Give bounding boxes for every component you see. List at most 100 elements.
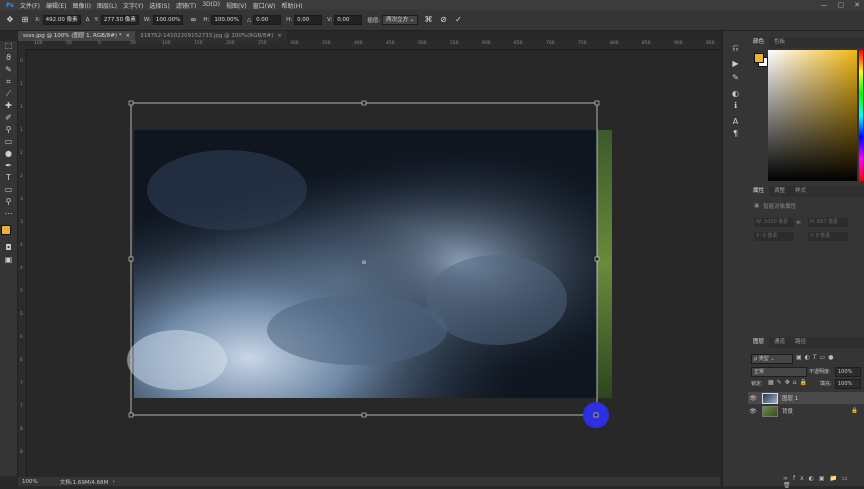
color-panel-foreground[interactable] [754, 53, 764, 63]
w-field[interactable]: 100.00% [152, 15, 184, 25]
transform-handle-bottom-left[interactable] [128, 412, 134, 418]
more-tools-icon[interactable]: ⋯ [3, 209, 14, 219]
layer-filter-icons[interactable]: ▣◐T▭● [796, 354, 836, 361]
layer-row-background[interactable]: 👁 背景 🔒 [748, 405, 864, 417]
props-link-icon[interactable]: ∞ [796, 219, 801, 226]
menu-item[interactable]: 选择(S) [149, 1, 170, 10]
menu-item[interactable]: 文件(F) [20, 1, 40, 10]
adjustments-icon[interactable]: ◐ [730, 89, 741, 99]
crop-tool-icon[interactable]: ⌗ [3, 77, 14, 87]
menu-item[interactable]: 3D(D) [202, 1, 220, 10]
paragraph-icon[interactable]: ¶ [730, 129, 741, 139]
lock-icons[interactable]: ▦✎✥⌂🔒 [768, 379, 810, 386]
tab-properties[interactable]: 属性 [748, 186, 770, 197]
menu-item[interactable]: 视图(V) [226, 1, 247, 10]
hue-slider[interactable] [859, 50, 863, 181]
hskew-field[interactable]: 0.00 [294, 15, 323, 25]
transform-handle-top[interactable] [361, 100, 367, 106]
transform-handle-bottom-right[interactable] [593, 412, 599, 418]
cancel-transform-icon[interactable]: ⊘ [438, 15, 448, 25]
vskew-label: V: [327, 17, 333, 23]
tab-318752[interactable]: 318752-14102209152733.jpg @ 100%(RGB/8#)… [135, 31, 287, 41]
canvas-area[interactable]: ⊕ [27, 50, 720, 477]
shape-tool-icon[interactable]: ▭ [3, 185, 14, 195]
document-canvas[interactable]: ⊕ [27, 50, 720, 477]
pen-tool-icon[interactable]: ✒ [3, 161, 14, 171]
transform-handle-bottom[interactable] [361, 412, 367, 418]
h-control: H: 100.00% [203, 15, 242, 25]
tab-layers[interactable]: 图层 [748, 337, 770, 348]
menu-item[interactable]: 帮助(H) [281, 1, 302, 10]
zoom-tool-icon[interactable]: ⚲ [3, 197, 14, 207]
blend-mode-select[interactable]: 正常 [751, 367, 807, 377]
marquee-tool-icon[interactable]: ⬚ [3, 41, 14, 51]
foreground-color-swatch[interactable] [1, 225, 11, 235]
zoom-level[interactable]: 100% [22, 479, 38, 485]
visibility-eye-icon[interactable]: 👁 [748, 395, 758, 402]
menu-item[interactable]: 文字(Y) [123, 1, 143, 10]
props-x-field[interactable]: X: 0 像素 [754, 232, 794, 241]
character-icon[interactable]: A [730, 117, 741, 127]
transform-center-icon[interactable]: ⊕ [361, 259, 366, 266]
ruler-tick-label: 700 [546, 41, 555, 46]
tab-paths[interactable]: 路径 [790, 337, 811, 348]
interp-select[interactable]: 两次立方 ⌄ [382, 15, 419, 25]
vskew-field[interactable]: 0.00 [334, 15, 363, 25]
history-icon[interactable]: ⎌ [730, 43, 741, 53]
tab-ssss[interactable]: ssss.jpg @ 100% (图层 1, RGB/8#) * × [18, 31, 136, 41]
props-y-field[interactable]: Y: 0 像素 [808, 232, 848, 241]
menu-item[interactable]: 图像(I) [73, 1, 91, 10]
warp-icon[interactable]: ⌘ [423, 15, 433, 25]
transform-handle-right[interactable] [594, 256, 600, 262]
brush-settings-icon[interactable]: ✎ [730, 73, 741, 83]
move-tool-icon[interactable]: ✥ [5, 15, 15, 25]
layers-bottom-icons[interactable]: ∞fx◐▣📁▭🗑 [783, 475, 864, 489]
tab-close-icon[interactable]: × [277, 33, 282, 39]
close-icon[interactable]: ✕ [854, 1, 860, 9]
x-field[interactable]: 492.00 像素 [42, 15, 81, 25]
menu-item[interactable]: 滤镜(T) [176, 1, 196, 10]
clone-stamp-icon[interactable]: ⚲ [3, 125, 14, 135]
eyedropper-icon[interactable]: ⟋ [3, 89, 14, 99]
y-field[interactable]: 277.50 像素 [100, 15, 139, 25]
transform-handle-left[interactable] [128, 256, 134, 262]
transform-handle-top-right[interactable] [594, 100, 600, 106]
tab-channels[interactable]: 通道 [769, 337, 790, 348]
brush-tool-icon[interactable]: ✐ [3, 113, 14, 123]
angle-field[interactable]: 0.00 [253, 15, 282, 25]
fill-field[interactable]: 100% [835, 379, 861, 389]
maximize-icon[interactable]: ▢ [838, 1, 845, 9]
quick-select-icon[interactable]: ✎ [3, 65, 14, 75]
eraser-icon[interactable]: ▭ [3, 137, 14, 147]
opacity-field[interactable]: 100% [835, 367, 861, 377]
tab-close-icon[interactable]: × [126, 33, 131, 39]
menu-item[interactable]: 编辑(E) [46, 1, 66, 10]
actions-icon[interactable]: ▶ [730, 59, 741, 69]
props-w-field[interactable]: W: 1000 像素 [754, 218, 794, 227]
tab-styles[interactable]: 样式 [790, 186, 811, 197]
lasso-tool-icon[interactable]: ϑ [3, 53, 14, 63]
transform-handle-top-left[interactable] [128, 100, 134, 106]
tab-adjustments[interactable]: 调整 [769, 186, 790, 197]
healing-brush-icon[interactable]: ✚ [3, 101, 14, 111]
layer-row-1[interactable]: 👁 图层 1 [748, 392, 864, 404]
reference-point-icon[interactable]: ⊞ [20, 15, 30, 25]
commit-transform-icon[interactable]: ✓ [453, 15, 463, 25]
layer-filter-select[interactable]: ρ 类型 ⌄ [751, 354, 793, 364]
quick-mask-icon[interactable]: ◘ [3, 243, 14, 253]
type-tool-icon[interactable]: T [3, 173, 14, 183]
dodge-tool-icon[interactable]: ● [3, 149, 14, 159]
info-icon[interactable]: ℹ [730, 101, 741, 111]
h-field[interactable]: 100.00% [211, 15, 242, 25]
visibility-eye-icon[interactable]: 👁 [748, 408, 758, 415]
tab-color[interactable]: 颜色 [748, 37, 770, 48]
minimize-icon[interactable]: — [821, 1, 828, 9]
color-field[interactable] [768, 50, 857, 181]
tab-swatches[interactable]: 色板 [769, 37, 790, 48]
menu-item[interactable]: 图层(L) [97, 1, 117, 10]
link-icon[interactable]: ∞ [188, 15, 198, 25]
status-arrow-icon[interactable]: › [112, 479, 114, 485]
screen-mode-icon[interactable]: ▣ [3, 255, 14, 265]
menu-item[interactable]: 窗口(W) [253, 1, 276, 10]
props-h-field[interactable]: H: 667 像素 [808, 218, 848, 227]
